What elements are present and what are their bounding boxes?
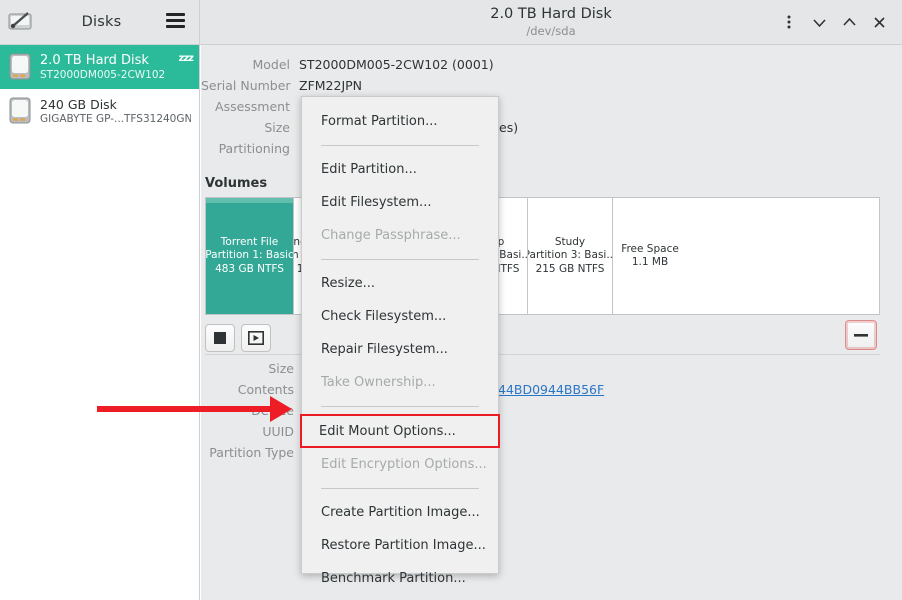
partition-block-free-space[interactable]: Free Space 1.1 MB (613, 198, 687, 314)
menu-item-restore-partition-image[interactable]: Restore Partition Image... (302, 529, 498, 562)
sidebar-item-label: 240 GB Disk (40, 97, 191, 112)
menu-item-change-passphrase: Change Passphrase... (302, 219, 498, 252)
partition-size: 483 GB NTFS (215, 263, 284, 277)
menu-item-edit-mount-options[interactable]: Edit Mount Options... (300, 414, 500, 448)
menu-separator (321, 488, 479, 489)
disks-application-window: Disks 2.0 TB Hard Disk /dev/sda (0, 0, 902, 600)
menu-item-take-ownership: Take Ownership... (302, 366, 498, 399)
partition-desc: Partition 3: Basi... (528, 249, 613, 263)
sidebar-item-model: ST2000DM005-2CW102 (40, 68, 165, 82)
minus-icon[interactable] (845, 320, 877, 350)
property-label: Partition Type (205, 445, 303, 460)
property-label: Contents (205, 382, 303, 397)
partition-size: 215 GB NTFS (536, 263, 605, 277)
property-value: ZFM22JPN (299, 78, 362, 93)
window-header-bar: Disks 2.0 TB Hard Disk /dev/sda (0, 0, 902, 45)
sidebar-item-text: 240 GB Disk GIGABYTE GP-...TFS31240GNTD (40, 97, 191, 126)
partition-name: Free Space (621, 243, 679, 257)
property-value: es) (499, 120, 518, 135)
partition-block-0[interactable]: Torrent File Partition 1: Basic 483 GB N… (206, 198, 294, 314)
sidebar-item-disk-0[interactable]: 2.0 TB Hard Disk ST2000DM005-2CW102 zzz (0, 45, 199, 89)
contents-uuid-link[interactable]: 44BD0944BB56F (498, 382, 604, 397)
partition-context-menu: Format Partition... Edit Partition... Ed… (301, 96, 499, 574)
partition-desc: 1.1 MB (632, 256, 668, 270)
chevron-down-icon[interactable] (804, 7, 834, 37)
annotation-arrow-head (270, 396, 292, 422)
hamburger-icon[interactable] (166, 13, 185, 28)
chevron-up-icon[interactable] (834, 7, 864, 37)
partition-desc: Partition 1: Basic (206, 249, 294, 263)
property-label: Partitioning (201, 141, 299, 156)
property-label: Size (201, 120, 299, 135)
standby-zzz-icon: zzz (179, 53, 193, 64)
menu-item-benchmark-partition[interactable]: Benchmark Partition... (302, 562, 498, 595)
sidebar-item-model: GIGABYTE GP-...TFS31240GNTD (40, 112, 191, 126)
property-label: Serial Number (201, 78, 299, 93)
menu-separator (321, 259, 479, 260)
menu-item-edit-filesystem[interactable]: Edit Filesystem... (302, 186, 498, 219)
window-buttons (774, 0, 894, 44)
sidebar-item-label: 2.0 TB Hard Disk (40, 53, 165, 68)
stop-square-icon[interactable] (205, 324, 235, 352)
partition-block-4[interactable]: Study Partition 3: Basi... 215 GB NTFS (528, 198, 613, 314)
menu-item-edit-partition[interactable]: Edit Partition... (302, 153, 498, 186)
property-label: Model (201, 57, 299, 72)
partition-name: Study (555, 236, 585, 250)
disks-app-icon (8, 10, 34, 34)
property-label: Assessment (201, 99, 299, 114)
menu-separator (321, 406, 479, 407)
menu-item-format-partition[interactable]: Format Partition... (302, 105, 498, 138)
annotation-arrow-line (97, 406, 287, 412)
menu-item-repair-filesystem[interactable]: Repair Filesystem... (302, 333, 498, 366)
device-path: /dev/sda (526, 24, 575, 39)
sidebar-header: Disks (0, 0, 200, 44)
sidebar-item-text: 2.0 TB Hard Disk ST2000DM005-2CW102 (40, 53, 165, 82)
menu-item-create-partition-image[interactable]: Create Partition Image... (302, 496, 498, 529)
close-icon[interactable] (864, 7, 894, 37)
menu-item-resize[interactable]: Resize... (302, 267, 498, 300)
menu-separator (321, 145, 479, 146)
partition-name: Torrent File (221, 236, 278, 250)
sidebar-item-disk-1[interactable]: 240 GB Disk GIGABYTE GP-...TFS31240GNTD (0, 89, 199, 133)
play-in-box-icon[interactable] (241, 324, 271, 352)
property-row: Model ST2000DM005-2CW102 (0001) (201, 57, 902, 78)
vertical-ellipsis-icon[interactable] (774, 7, 804, 37)
menu-item-edit-encryption-options: Edit Encryption Options... (302, 448, 498, 481)
disk-header: 2.0 TB Hard Disk /dev/sda (200, 0, 902, 44)
disks-sidebar: 2.0 TB Hard Disk ST2000DM005-2CW102 zzz … (0, 45, 200, 600)
hard-disk-icon (8, 97, 32, 125)
property-value: ST2000DM005-2CW102 (0001) (299, 57, 494, 72)
page-title: 2.0 TB Hard Disk (490, 6, 612, 23)
property-label: Size (205, 361, 303, 376)
hard-disk-icon (8, 53, 32, 81)
property-label: UUID (205, 424, 303, 439)
menu-item-check-filesystem[interactable]: Check Filesystem... (302, 300, 498, 333)
